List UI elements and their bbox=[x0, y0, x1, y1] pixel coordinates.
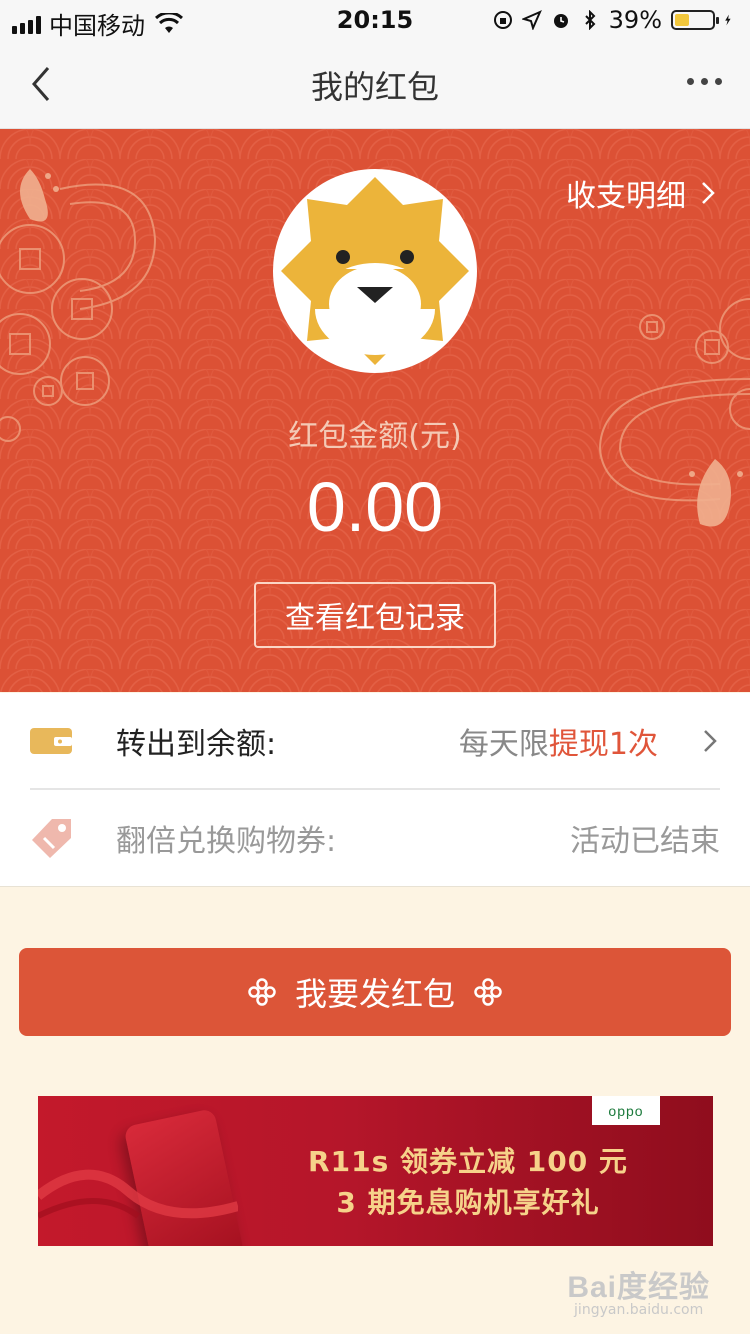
chevron-right-icon bbox=[702, 182, 715, 204]
transfer-to-balance-row[interactable]: 转出到余额: 每天限提现1次 bbox=[0, 693, 750, 790]
bluetooth-icon bbox=[584, 10, 596, 30]
watermark-url: jingyan.baidu.com bbox=[574, 1302, 704, 1318]
send-red-packet-button[interactable]: 我要发红包 bbox=[19, 948, 731, 1036]
transfer-limit-highlight: 提现1次 bbox=[548, 727, 658, 762]
view-records-button[interactable]: 查看红包记录 bbox=[254, 582, 496, 648]
coupon-status: 活动已结束 bbox=[570, 824, 720, 859]
watermark-main: Bai度经验 bbox=[567, 1271, 710, 1304]
transfer-limit-text: 每天限提现1次 bbox=[459, 719, 658, 763]
chinese-knot-icon bbox=[474, 978, 502, 1006]
coupon-label: 翻倍兑换购物券: bbox=[116, 824, 337, 859]
detail-link-label: 收支明细 bbox=[566, 179, 686, 214]
baidu-jingyan-watermark: Bai度经验 jingyan.baidu.com bbox=[567, 1262, 710, 1318]
transfer-limit-prefix: 每天限 bbox=[458, 727, 549, 762]
tag-icon bbox=[32, 819, 71, 858]
lion-mascot-icon bbox=[281, 177, 469, 365]
amount-label: 红包金额(元) bbox=[288, 419, 462, 454]
coupon-exchange-row: 翻倍兑换购物券: 活动已结束 bbox=[0, 790, 750, 886]
avatar bbox=[273, 169, 477, 373]
oppo-logo: oppo bbox=[608, 1102, 644, 1119]
oppo-ad-banner[interactable]: oppo R11s 领券立减 100 元 3 期免息购机享好礼 bbox=[38, 1096, 713, 1246]
send-button-label: 我要发红包 bbox=[294, 975, 455, 1013]
chinese-knot-icon bbox=[248, 978, 276, 1006]
ribbon-decoration bbox=[38, 1169, 238, 1219]
options-list: 转出到余额: 每天限提现1次 翻倍兑换购物券: 活动已结束 bbox=[0, 693, 750, 887]
more-dots-icon[interactable] bbox=[687, 78, 722, 85]
status-right: 39% bbox=[493, 6, 736, 34]
wallet-icon bbox=[30, 728, 72, 754]
banner-headline: R11s 领券立减 100 元 bbox=[308, 1145, 628, 1178]
page-title: 我的红包 bbox=[310, 68, 439, 106]
red-packet-amount: 0.00 bbox=[306, 468, 444, 546]
rotation-lock-icon bbox=[493, 11, 512, 29]
alarm-icon bbox=[553, 14, 568, 28]
battery-icon bbox=[671, 10, 719, 30]
red-packet-header: 收支明细 红包金额(元) 0.00 查看红包记录 bbox=[0, 129, 750, 692]
battery-percent: 39% bbox=[608, 6, 662, 34]
location-icon bbox=[521, 10, 542, 30]
chevron-right-icon bbox=[704, 730, 717, 752]
charging-icon bbox=[725, 14, 731, 26]
income-expense-detail-link[interactable]: 收支明细 bbox=[566, 171, 716, 215]
oppo-logo-box: oppo bbox=[592, 1096, 660, 1125]
transfer-label: 转出到余额: bbox=[116, 727, 277, 762]
status-bar: 中国移动 20:15 39% bbox=[0, 0, 750, 40]
banner-subline: 3 期免息购机享好礼 bbox=[336, 1186, 600, 1219]
nav-bar: 我的红包 bbox=[0, 40, 750, 129]
